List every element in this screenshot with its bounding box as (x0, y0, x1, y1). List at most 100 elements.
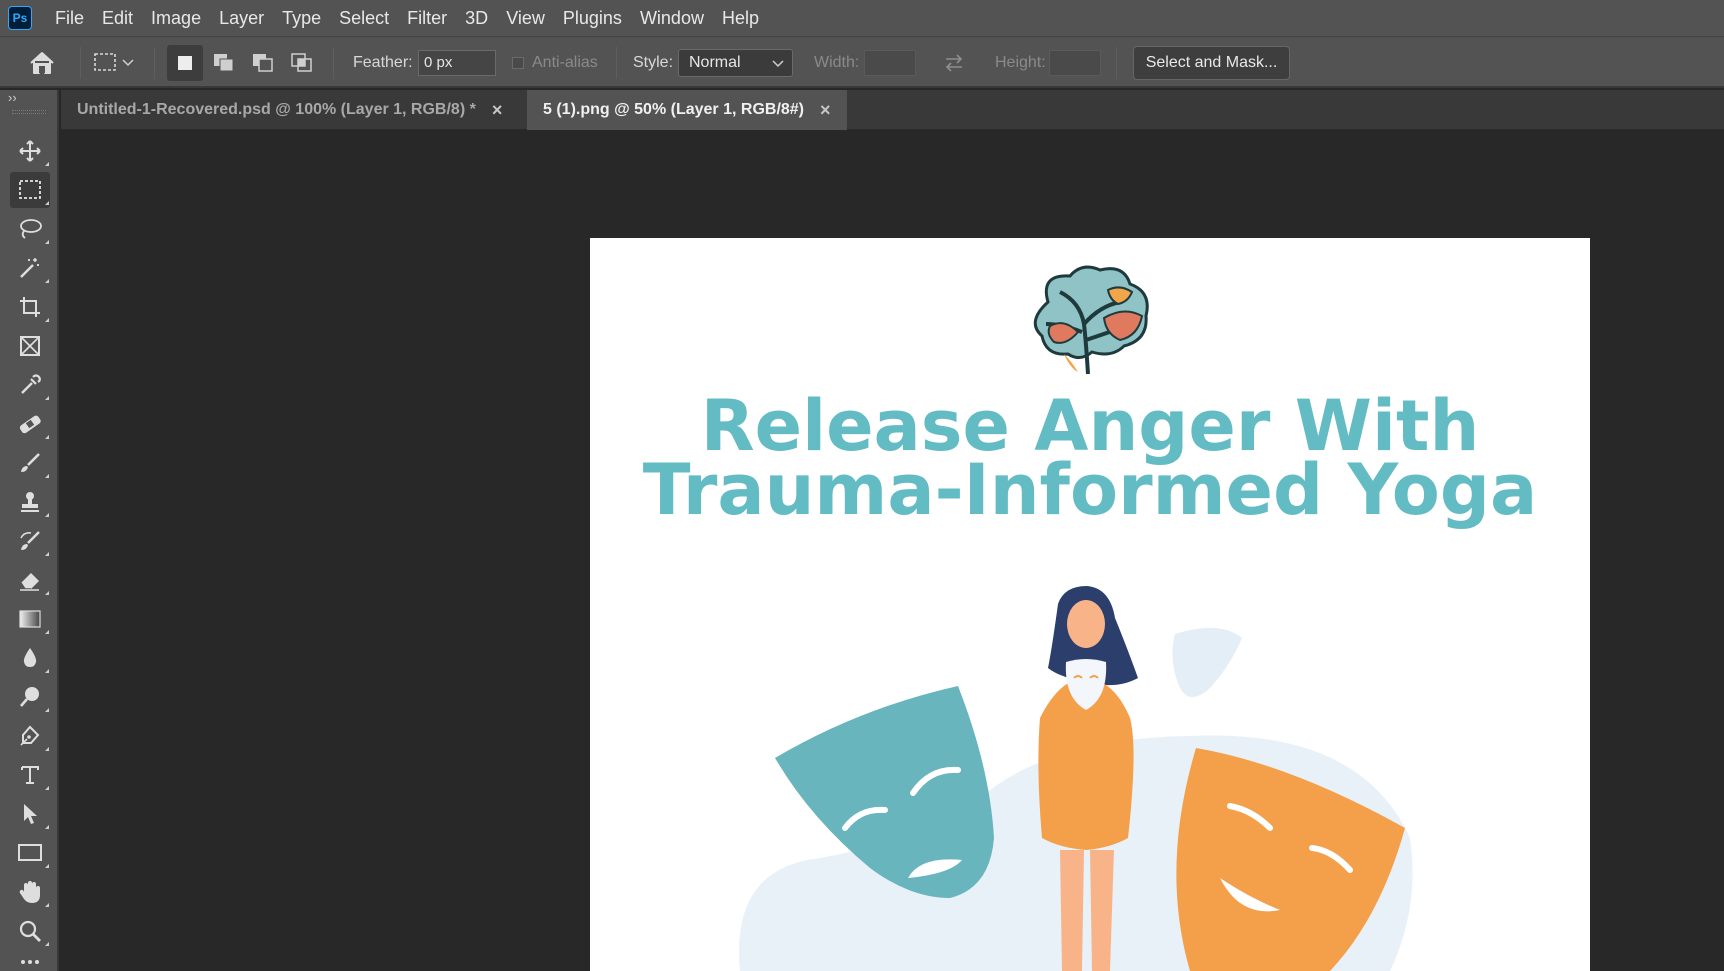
history-brush-tool[interactable] (10, 523, 50, 559)
select-and-mask-button[interactable]: Select and Mask... (1133, 46, 1290, 80)
tab-untitled-recovered[interactable]: Untitled-1-Recovered.psd @ 100% (Layer 1… (61, 90, 526, 130)
menu-bar: Ps File Edit Image Layer Type Select Fil… (0, 0, 1724, 36)
menu-layer[interactable]: Layer (210, 0, 273, 36)
document-tab-bar: Untitled-1-Recovered.psd @ 100% (Layer 1… (61, 90, 1724, 130)
history-brush-icon (20, 531, 40, 550)
brain-tree-logo (1033, 265, 1149, 375)
eraser-icon (20, 573, 39, 591)
close-icon[interactable]: × (820, 100, 831, 121)
document-canvas[interactable]: Release Anger With Trauma-Informed Yoga (590, 238, 1590, 971)
new-selection-icon (178, 56, 192, 70)
menu-file[interactable]: File (46, 0, 93, 36)
menu-3d[interactable]: 3D (456, 0, 497, 36)
feather-input[interactable]: 0 px (418, 50, 496, 76)
bandage-icon (19, 415, 41, 434)
height-label: Height: (995, 54, 1046, 71)
menu-plugins[interactable]: Plugins (554, 0, 631, 36)
marquee-preset-icon (94, 53, 116, 71)
menu-image[interactable]: Image (142, 0, 210, 36)
tool-preset-picker[interactable] (88, 45, 124, 81)
menu-select[interactable]: Select (330, 0, 398, 36)
intersect-selection-button[interactable] (284, 45, 320, 81)
menu-edit[interactable]: Edit (93, 0, 142, 36)
style-label: Style: (633, 54, 674, 71)
chevron-down-icon (772, 60, 784, 68)
magic-wand-icon (20, 258, 39, 278)
feather-label: Feather: (353, 54, 413, 71)
width-label: Width: (814, 54, 860, 71)
subtract-selection-icon (253, 54, 273, 72)
crop-icon (20, 297, 40, 317)
gradient-icon (19, 610, 41, 628)
pen-icon (20, 725, 40, 746)
home-icon (30, 52, 54, 74)
lasso-tool[interactable] (10, 211, 50, 247)
menu-help[interactable]: Help (713, 0, 768, 36)
rectangular-marquee-tool[interactable] (10, 172, 50, 208)
healing-brush-tool[interactable] (10, 406, 50, 442)
zoom-tool[interactable] (10, 913, 50, 949)
marquee-icon (19, 180, 41, 199)
chevron-down-icon (122, 59, 134, 67)
eyedropper-icon (21, 374, 41, 394)
tab-label: 5 (1).png @ 50% (Layer 1, RGB/8#) (543, 101, 805, 118)
clone-stamp-tool[interactable] (10, 484, 50, 520)
style-select-value: Normal (689, 54, 741, 71)
tab-label: Untitled-1-Recovered.psd @ 100% (Layer 1… (77, 101, 476, 118)
more-tools-button[interactable] (10, 952, 50, 968)
rectangle-icon (18, 844, 42, 861)
height-input[interactable] (1049, 50, 1101, 76)
path-selection-tool[interactable] (10, 796, 50, 832)
antialias-checkbox[interactable] (512, 57, 524, 69)
crop-tool[interactable] (10, 289, 50, 325)
blur-tool[interactable] (10, 640, 50, 676)
intersect-selection-icon (291, 53, 312, 72)
menu-window[interactable]: Window (631, 0, 713, 36)
eraser-tool[interactable] (10, 562, 50, 598)
stamp-icon (21, 492, 39, 512)
lasso-icon (20, 219, 42, 239)
brush-icon (21, 453, 40, 472)
brush-tool[interactable] (10, 445, 50, 481)
hand-icon (19, 881, 40, 903)
add-selection-icon (214, 54, 234, 72)
panel-grip[interactable] (12, 110, 46, 114)
rectangle-tool[interactable] (10, 835, 50, 871)
gradient-tool[interactable] (10, 601, 50, 637)
magnifier-icon (19, 920, 41, 942)
width-input[interactable] (864, 50, 916, 76)
type-tool[interactable] (10, 757, 50, 793)
swap-width-height-button[interactable] (936, 45, 972, 81)
frame-icon (20, 336, 40, 356)
document-headline: Release Anger With Trauma-Informed Yoga (590, 391, 1590, 531)
dodge-tool[interactable] (10, 679, 50, 715)
canvas-workspace[interactable]: Release Anger With Trauma-Informed Yoga (61, 131, 1724, 971)
eyedropper-tool[interactable] (10, 367, 50, 403)
ellipsis-icon (21, 960, 39, 964)
style-select[interactable]: Normal (678, 49, 793, 77)
menu-view[interactable]: View (497, 0, 554, 36)
menu-filter[interactable]: Filter (398, 0, 456, 36)
home-button[interactable] (24, 45, 60, 81)
add-to-selection-button[interactable] (206, 45, 242, 81)
move-tool[interactable] (10, 133, 50, 169)
pen-tool[interactable] (10, 718, 50, 754)
magic-wand-tool[interactable] (10, 250, 50, 286)
mask-illustration (739, 586, 1413, 971)
headline-line-2: Trauma-Informed Yoga (642, 449, 1538, 531)
frame-tool[interactable] (10, 328, 50, 364)
preset-dropdown-button[interactable] (120, 45, 136, 81)
collapse-panel-icon[interactable]: ›› (8, 90, 17, 105)
options-bar: Feather: 0 px Anti-alias Style: Normal W… (0, 36, 1724, 88)
arrow-pointer-icon (24, 804, 37, 824)
swap-arrows-icon (945, 54, 963, 72)
new-selection-button[interactable] (167, 45, 203, 81)
dodge-icon (20, 687, 39, 707)
tab-5-1-png[interactable]: 5 (1).png @ 50% (Layer 1, RGB/8#) × (527, 90, 847, 130)
close-icon[interactable]: × (492, 100, 503, 121)
menu-type[interactable]: Type (273, 0, 330, 36)
subtract-from-selection-button[interactable] (245, 45, 281, 81)
hand-tool[interactable] (10, 874, 50, 910)
water-drop-icon (23, 648, 37, 667)
antialias-label: Anti-alias (532, 54, 598, 71)
